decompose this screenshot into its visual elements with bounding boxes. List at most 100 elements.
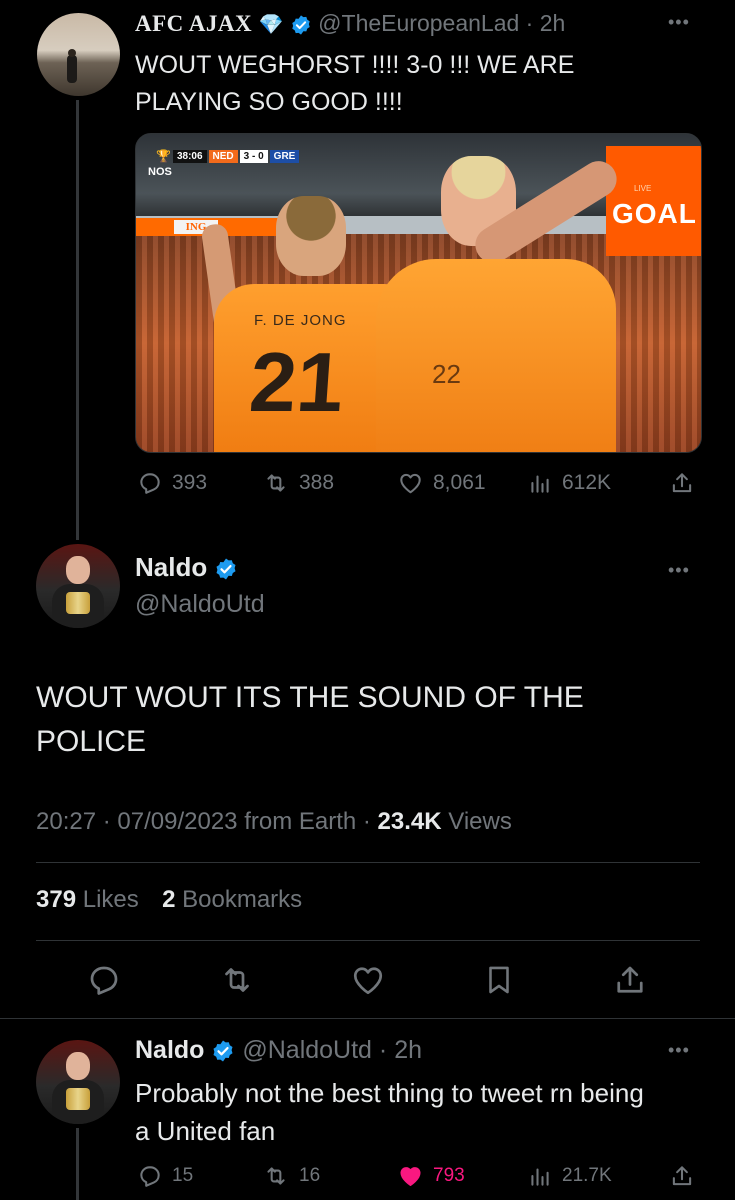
tweet3-time[interactable]: 2h xyxy=(394,1036,422,1064)
retweet-icon xyxy=(267,474,285,492)
tweet2-avatar[interactable] xyxy=(36,544,120,628)
heart-icon xyxy=(400,473,421,494)
score-overlay: 🏆 38:06 NED 3 - 0 GRE xyxy=(156,148,300,164)
tweet1-avatar[interactable] xyxy=(37,13,120,96)
tweet3-like-button[interactable]: 793 xyxy=(397,1163,465,1189)
diamond-icon: 💎 xyxy=(258,14,284,36)
tweet2-bookmarks-label: Bookmarks xyxy=(182,886,303,913)
tweet3-avatar[interactable] xyxy=(36,1040,120,1124)
tweet3-display-name[interactable]: Naldo xyxy=(135,1036,204,1064)
player2-number: 22 xyxy=(432,359,461,389)
tweet3-reply-button[interactable]: 15 xyxy=(137,1163,193,1189)
bookmark-icon xyxy=(489,966,509,994)
tweet1-views-count: 612K xyxy=(562,471,612,494)
tweet1-share-button[interactable] xyxy=(669,470,695,496)
tweet2-share-button[interactable] xyxy=(612,962,648,998)
more-dots-icon[interactable]: ••• xyxy=(668,12,690,33)
trophy-icon: 🏆 xyxy=(156,149,171,163)
board-sub-text: LIVE xyxy=(634,184,652,193)
match-score: 3 - 0 xyxy=(239,149,268,163)
tweet2-source: from Earth xyxy=(244,808,357,835)
tweet3-views-button[interactable]: 21.7K xyxy=(527,1163,612,1189)
tweet3-text-line1: Probably not the best thing to tweet rn … xyxy=(135,1078,644,1108)
tweet1-views-button[interactable]: 612K xyxy=(527,470,611,496)
separator-dot: · xyxy=(96,808,118,835)
retweet-icon xyxy=(267,1167,285,1185)
tweet1-text-line1: WOUT WEGHORST !!!! 3-0 !!! WE ARE xyxy=(135,51,575,79)
player1-number: 21 xyxy=(246,335,347,429)
retweet-icon xyxy=(225,968,249,992)
tweet3-text-line2: a United fan xyxy=(135,1116,276,1146)
separator-dot: · xyxy=(371,1036,395,1064)
goal-board: LIVE GOAL xyxy=(606,146,701,256)
tweet3-like-count: 793 xyxy=(433,1165,465,1186)
tweet3-text: Probably not the best thing to tweet rn … xyxy=(135,1074,705,1150)
thread-line xyxy=(76,100,79,540)
share-icon xyxy=(617,966,643,993)
reply-icon xyxy=(140,473,160,494)
tweet2-views-label: Views xyxy=(448,808,512,835)
tweet3-views-count: 21.7K xyxy=(562,1165,612,1186)
tweet2-retweet-button[interactable] xyxy=(218,962,256,998)
tweet1-header: AFC AJAX 💎 @TheEuropeanLad · 2h xyxy=(135,10,695,40)
tweet1-reply-count: 393 xyxy=(172,471,208,494)
views-chart-icon xyxy=(531,475,549,493)
match-clock: 38:06 xyxy=(172,149,207,163)
separator-dot: · xyxy=(519,10,540,36)
more-dots-icon[interactable]: ••• xyxy=(668,560,690,581)
home-team: NED xyxy=(208,149,238,163)
player-head-1 xyxy=(276,196,346,276)
tweet1-text-line2: PLAYING SO GOOD !!!! xyxy=(135,88,403,116)
views-chart-icon xyxy=(531,1168,549,1186)
share-icon xyxy=(672,1166,692,1186)
tweet2-meta: 20:27 · 07/09/2023 from Earth · 23.4K Vi… xyxy=(36,808,512,836)
away-team: GRE xyxy=(269,149,300,163)
tweet1-retweet-count: 388 xyxy=(299,471,335,494)
tweet2-handle[interactable]: @NaldoUtd xyxy=(135,590,265,619)
tweet3-reply-count: 15 xyxy=(172,1165,194,1186)
tweet1-media[interactable]: ING LIVE GOAL 🏆 38:06 NED 3 - 0 GRE NOS … xyxy=(135,133,702,453)
verified-badge-icon xyxy=(213,1040,233,1062)
tweet2-display-name-row: Naldo xyxy=(135,552,238,583)
divider xyxy=(36,862,700,863)
divider xyxy=(0,1018,735,1019)
tweet1-like-button[interactable]: 8,061 xyxy=(397,470,486,496)
tweet2-display-name[interactable]: Naldo xyxy=(135,552,207,582)
separator-dot: · xyxy=(356,808,378,835)
tweet2-text-line1: WOUT WOUT ITS THE SOUND OF THE xyxy=(36,681,584,714)
tweet2-time[interactable]: 20:27 xyxy=(36,808,96,835)
thread-line xyxy=(76,1128,79,1200)
tweet2-text: WOUT WOUT ITS THE SOUND OF THE POLICE xyxy=(36,676,696,764)
tweet1-like-count: 8,061 xyxy=(433,471,486,494)
tweet2-views-count: 23.4K xyxy=(377,808,442,835)
verified-badge-icon xyxy=(216,558,236,580)
tweet3-retweet-button[interactable]: 16 xyxy=(262,1163,320,1189)
tweet3-header: Naldo @NaldoUtd · 2h xyxy=(135,1036,422,1065)
tweet3-handle[interactable]: @NaldoUtd xyxy=(242,1036,372,1064)
tweet2-likes-label: Likes xyxy=(82,886,139,913)
tweet2-likes-link[interactable]: 379 Likes xyxy=(36,886,139,913)
tweet2-bookmark-button[interactable] xyxy=(482,962,516,998)
tweet1-reply-button[interactable]: 393 xyxy=(137,470,207,496)
tweet2-text-line2: POLICE xyxy=(36,725,147,758)
tweet2-bookmarks-count: 2 xyxy=(162,886,176,913)
verified-badge-icon xyxy=(292,15,310,35)
broadcaster-logo: NOS xyxy=(148,166,172,178)
tweet2-reply-button[interactable] xyxy=(86,962,122,998)
player1-name: F. DE JONG xyxy=(254,312,347,329)
more-dots-icon[interactable]: ••• xyxy=(668,1040,690,1061)
tweet1-time[interactable]: 2h xyxy=(540,10,566,36)
tweet2-like-button[interactable] xyxy=(350,962,386,998)
tweet3-retweet-count: 16 xyxy=(299,1165,321,1186)
tweet1-display-name[interactable]: AFC AJAX xyxy=(135,11,252,36)
tweet1-retweet-button[interactable]: 388 xyxy=(262,470,334,496)
board-text: GOAL xyxy=(612,198,697,229)
tweet2-bookmarks-link[interactable]: 2 Bookmarks xyxy=(162,886,302,913)
heart-icon xyxy=(353,967,383,995)
tweet2-date[interactable]: 07/09/2023 xyxy=(117,808,237,835)
share-icon xyxy=(672,473,692,493)
tweet1-handle[interactable]: @TheEuropeanLad xyxy=(318,10,519,36)
tweet3-share-button[interactable] xyxy=(669,1163,695,1189)
player-2-shirt: 22 xyxy=(376,259,616,452)
reply-icon xyxy=(140,1166,160,1187)
